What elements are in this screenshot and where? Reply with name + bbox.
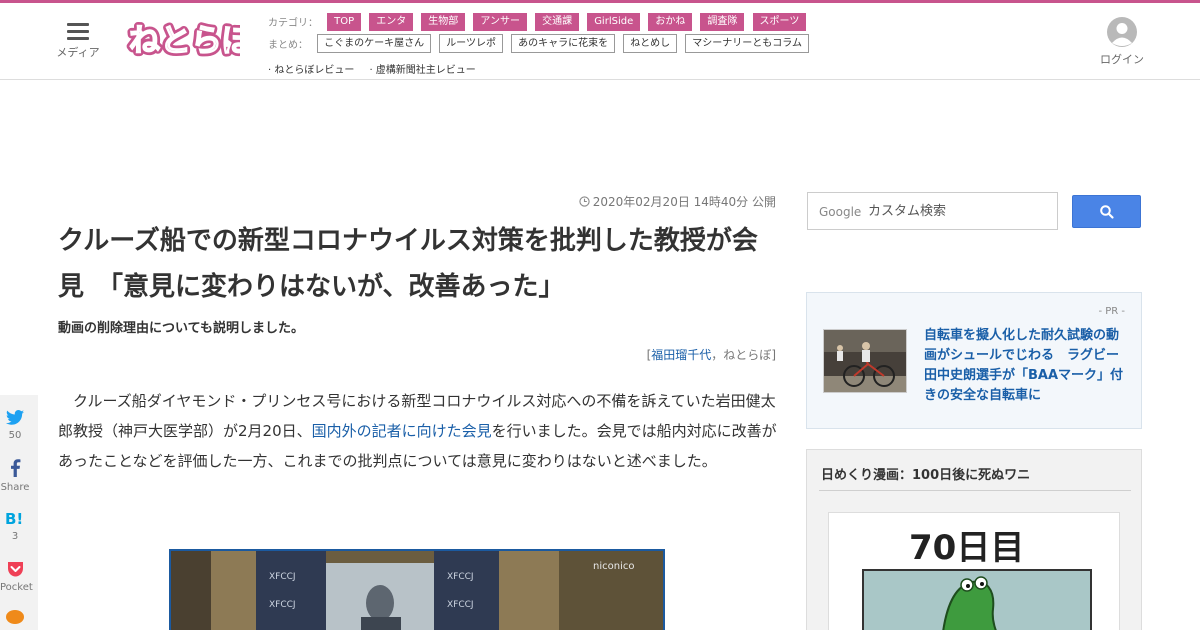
summary-label: まとめ： [268,40,308,51]
pr-label: - PR - [1098,306,1125,317]
video-watermark: niconico [593,561,634,572]
site-logo[interactable]: ねとらぼ ねとらぼ [126,15,258,65]
twitter-share-button[interactable]: 50 [0,410,30,441]
author-link[interactable]: 福田瑠千代 [651,348,711,362]
media-menu-button[interactable]: メディア [52,21,104,65]
svg-text:XFCCJ: XFCCJ [447,572,474,582]
byline: [福田瑠千代，ねとらぼ] [560,346,776,363]
facebook-count: Share [0,482,30,493]
category-tag-sports[interactable]: スポーツ [752,12,807,31]
review-link-netorabo[interactable]: · ねとらぼレビュー [268,61,354,76]
pr-card: - PR - 自転車を擬人化した耐久試験の動画がシュールでじわる ラグビー田中史… [806,292,1142,429]
category-tag-kotsuka[interactable]: 交通課 [535,12,580,31]
pr-article-link[interactable]: 自転車を擬人化した耐久試験の動画がシュールでじわる ラグビー田中史朗選手が「BA… [924,326,1129,406]
pr-thumbnail[interactable] [823,329,907,393]
line-share-button[interactable] [0,609,30,629]
facebook-icon [10,459,20,477]
review-link-kyoko[interactable]: · 虚構新聞社主レビュー [369,61,475,76]
category-tag-answer[interactable]: アンサー [473,12,527,31]
category-tag-girlside[interactable]: GirlSide [587,12,641,31]
hatena-count: 3 [11,531,19,542]
article-subtitle: 動画の削除理由についても説明しました。 [58,321,304,336]
manga-panel[interactable]: 70日目 [828,512,1120,630]
hatena-icon: B! [5,510,23,528]
publish-timestamp: 2020年02月20日 14時40分 公開 [560,193,776,210]
share-bar: 50 Share B! 3 Pocket [0,395,38,630]
search-input[interactable] [868,199,1053,223]
twitter-icon [6,410,24,425]
summary-tag[interactable]: マシーナリーともコラム [685,34,809,53]
google-brand-label: Google [819,205,862,219]
byline-separator: ， [711,348,724,362]
logo-graphic: ねとらぼ ねとらぼ [126,20,258,63]
article-body: クルーズ船ダイヤモンド・プリンセス号における新型コロナウイルス対応への不備を訴え… [58,386,778,476]
video-player[interactable]: XFCCJ XFCCJ XFCCJ XFCCJ niconico [169,549,665,630]
manga-widget: 日めくり漫画：100日後に死ぬワニ 70日目 [806,449,1142,630]
line-icon [6,610,24,624]
timestamp-text: 2020年02月20日 14時40分 公開 [592,195,776,209]
manga-divider [819,490,1131,491]
article-title: クルーズ船での新型コロナウイルス対策を批判した教授が会見 「意見に変わりはないが… [58,226,758,302]
manga-day-label: 70日目 [909,528,1024,568]
press-conference-link[interactable]: 国内外の記者に向けた会見 [312,422,492,440]
twitter-count: 50 [8,430,22,441]
svg-text:XFCCJ: XFCCJ [269,600,296,610]
media-menu-label: メディア [56,46,100,59]
hatena-bookmark-button[interactable]: B! 3 [0,510,30,542]
custom-search-box: Google [807,192,1058,230]
pr-thumbnail-image [824,330,906,392]
summary-tag[interactable]: あのキャラに花束を [511,34,616,53]
category-tag-okane[interactable]: おかね [648,12,693,31]
byline-outlet: ねとらぼ [723,348,772,362]
login-button[interactable]: ログイン [1096,17,1148,67]
summary-row: まとめ： こぐまのケーキ屋さん ルーツレポ あのキャラに花束を ねとめし マシー… [268,33,812,53]
summary-tag[interactable]: ねとめし [623,34,678,53]
svg-text:XFCCJ: XFCCJ [269,572,296,582]
svg-text:B!: B! [5,510,23,526]
category-tag-top[interactable]: TOP [327,12,362,31]
facebook-share-button[interactable]: Share [0,459,30,493]
hamburger-icon [67,23,89,40]
categories-label: カテゴリ： [268,18,318,29]
summary-tag[interactable]: ルーツレポ [439,34,503,53]
pocket-count: Pocket [0,582,33,593]
category-tag-seibutsubu[interactable]: 生物部 [421,12,466,31]
svg-text:XFCCJ: XFCCJ [447,600,474,610]
review-row: · ねとらぼレビュー · 虚構新聞社主レビュー [268,58,486,77]
manga-widget-title: 日めくり漫画：100日後に死ぬワニ [821,468,1031,483]
clock-icon [579,196,590,207]
category-tag-chosatai[interactable]: 調査隊 [700,12,745,31]
summary-tag[interactable]: こぐまのケーキ屋さん [317,34,432,53]
manga-panel-drawing: 70日目 [829,513,1119,630]
logo-text: ねとらぼ [129,23,240,59]
search-icon [1100,205,1114,219]
login-label: ログイン [1100,53,1144,66]
user-avatar-icon [1107,17,1137,47]
category-tag-enta[interactable]: エンタ [369,12,414,31]
pocket-icon [7,562,23,577]
search-button[interactable] [1072,195,1141,228]
category-row: カテゴリ： TOP エンタ 生物部 アンサー 交通課 GirlSide おかね … [268,11,809,31]
site-header: メディア ねとらぼ ねとらぼ カテゴリ： TOP エンタ 生物部 アンサー 交通… [0,3,1200,80]
pocket-button[interactable]: Pocket [0,561,33,593]
byline-bracket: ] [771,348,776,362]
video-thumbnail: XFCCJ XFCCJ XFCCJ XFCCJ niconico [171,551,663,630]
